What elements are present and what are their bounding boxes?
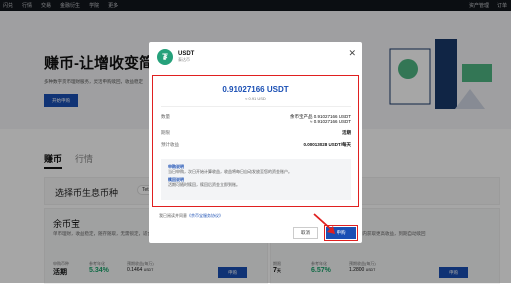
detail-row: 数量 余币宝产品 0.91027166 USDT ≈ 0.91027166 US…: [161, 114, 351, 124]
detail-row: 预计收益 0.00013028 USDT/每天: [161, 142, 351, 148]
highlight-box: 0.91027166 USDT ≈ 0.91 USD 数量 余币宝产品 0.91…: [152, 75, 359, 207]
row-value: 0.00013028 USDT/每天: [303, 142, 351, 147]
coin-subname: 泰达币: [178, 57, 190, 62]
agreement-text: 我已阅读并同意《余币宝服务协议》: [159, 213, 223, 219]
agreement-link[interactable]: 《余币宝服务协议》: [187, 213, 223, 218]
detail-row: 期限 活期: [161, 130, 351, 136]
row-value: 活期: [342, 130, 351, 135]
dialog-header: ₮ USDT 泰达币: [157, 49, 194, 65]
row-label: 数量: [161, 114, 170, 119]
notes-body: 当日申购，次日开始计算收益，收益将每日自动发放至您的资金账户。: [168, 169, 292, 174]
coin-info: USDT 泰达币: [178, 51, 194, 63]
arrow-icon: [313, 213, 335, 234]
row-value: 余币宝产品 0.91027166 USDT ≈ 0.91027166 USDT: [289, 114, 351, 124]
subscribe-amount: 0.91027166 USDT: [222, 85, 289, 94]
agreement-prefix: 我已阅读并同意: [159, 213, 187, 218]
notes-panel: 申购说明 当日申购，次日开始计算收益，收益将每日自动发放至您的资金账户。 赎回说…: [161, 159, 351, 200]
row-label: 预计收益: [161, 142, 179, 147]
amount-equivalent: ≈ 0.91 USD: [245, 96, 266, 101]
divider: [161, 106, 351, 107]
tether-icon: ₮: [157, 49, 173, 65]
close-icon[interactable]: ✕: [348, 48, 356, 59]
notes-body: 活期可随时赎回，赎回后资金立即到账。: [168, 182, 240, 187]
row-label: 期限: [161, 130, 170, 135]
